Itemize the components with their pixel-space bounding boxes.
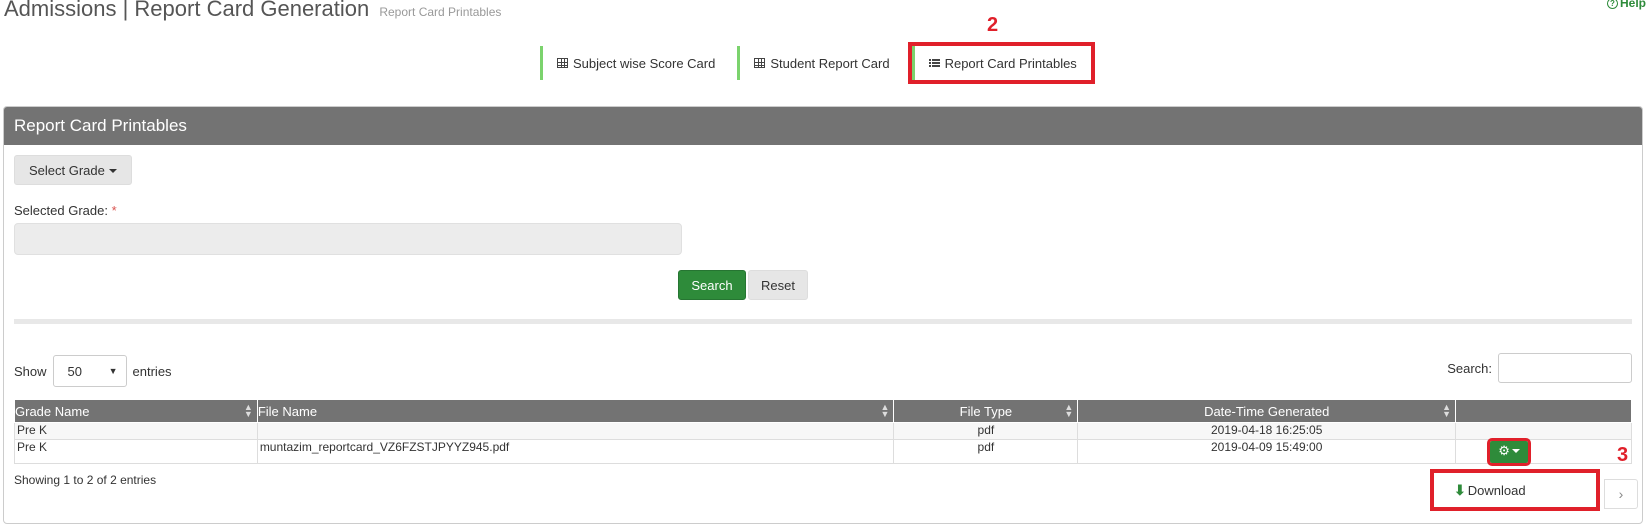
column-header-date-time-generated[interactable]: Date-Time Generated ▲ ▼	[1077, 399, 1457, 423]
tab-subject-wise-score-card[interactable]: Subject wise Score Card	[540, 46, 728, 80]
selected-grade-label: Selected Grade: *	[14, 203, 117, 218]
table-info: Showing 1 to 2 of 2 entries	[14, 473, 157, 487]
download-icon: ⬇	[1454, 481, 1466, 498]
help-icon: ?	[1606, 0, 1618, 9]
report-card-printables-panel: Report Card Printables Select Grade Sele…	[3, 106, 1643, 524]
entries-length-control: Show 50 ▼ entries	[14, 355, 172, 387]
selected-grade-field[interactable]	[14, 223, 682, 255]
divider	[14, 319, 1632, 324]
download-label: Download	[1467, 482, 1526, 498]
entries-label: entries	[132, 363, 172, 379]
page-subtitle: Report Card Printables	[379, 5, 502, 19]
report-files-table: Grade Name ▲ ▼ File Name ▲ ▼ File Type ▲ ▼ Dat…	[14, 399, 1632, 466]
annotation-step-3: 3	[1617, 444, 1629, 466]
cell-date-time: 2019-04-09 15:49:00	[1077, 439, 1457, 464]
cell-date-time: 2019-04-18 16:25:05	[1077, 422, 1457, 440]
column-header-grade-name[interactable]: Grade Name ▲ ▼	[14, 399, 258, 423]
column-header-label: File Name	[257, 403, 318, 419]
tab-label: Student Report Card	[770, 55, 890, 71]
page-title-text: Admissions | Report Card Generation	[4, 0, 370, 21]
column-header-label: File Type	[959, 403, 1013, 419]
selected-grade-label-text: Selected Grade:	[14, 203, 108, 218]
download-menu-item[interactable]: ⬇ Download	[1430, 469, 1600, 511]
tab-bar: Subject wise Score Card Student Report C…	[540, 42, 1095, 84]
grid-icon	[557, 58, 568, 68]
select-grade-label: Select Grade	[29, 162, 105, 178]
sort-icon: ▲ ▼	[1442, 402, 1452, 419]
column-header-label: Grade Name	[15, 403, 90, 419]
help-link[interactable]: ? Help	[1606, 0, 1646, 10]
chevron-right-icon: ›	[1618, 486, 1624, 502]
cell-file-name	[256, 422, 895, 440]
sort-icon: ▲ ▼	[243, 402, 253, 419]
grid-icon	[754, 58, 766, 68]
column-header-file-name[interactable]: File Name ▲ ▼	[256, 399, 895, 423]
gears-icon: ⚙	[1498, 443, 1510, 458]
tab-report-card-printables[interactable]: Report Card Printables	[907, 42, 1095, 84]
table-search: Search:	[1447, 353, 1632, 383]
cell-file-type: pdf	[893, 422, 1079, 440]
table-header-row: Grade Name ▲ ▼ File Name ▲ ▼ File Type ▲ ▼ Dat…	[14, 399, 1632, 423]
cell-file-type: pdf	[893, 439, 1079, 464]
entries-select[interactable]: 50 ▼	[52, 355, 127, 387]
required-marker: *	[111, 203, 117, 218]
cell-grade: Pre K	[14, 422, 258, 440]
reset-button[interactable]: Reset	[748, 270, 808, 300]
sort-icon: ▲ ▼	[880, 402, 890, 419]
cell-grade: Pre K	[14, 439, 258, 464]
table-row: Pre K pdf 2019-04-18 16:25:05	[14, 422, 1632, 440]
tab-label: Subject wise Score Card	[573, 55, 716, 71]
cell-actions	[1455, 422, 1632, 440]
table-row: Pre K muntazim_reportcard_VZ6FZSTJPYYZ94…	[14, 438, 1632, 466]
cell-actions: ⚙	[1455, 438, 1632, 466]
caret-down-icon	[1511, 449, 1520, 453]
page-title: Admissions | Report Card Generation Repo…	[4, 0, 501, 22]
column-header-actions	[1455, 399, 1632, 423]
table-search-input[interactable]	[1498, 353, 1632, 383]
caret-down-icon	[108, 168, 117, 173]
column-header-label: Date-Time Generated	[1204, 403, 1330, 419]
table-search-label: Search:	[1447, 360, 1492, 376]
list-icon	[928, 58, 940, 68]
annotation-step-2: 2	[987, 14, 999, 36]
tab-student-report-card[interactable]: Student Report Card	[737, 46, 902, 80]
entries-value: 50	[67, 363, 82, 379]
column-header-file-type[interactable]: File Type ▲ ▼	[893, 399, 1079, 423]
dropdown-arrow-icon: ▼	[108, 366, 118, 376]
sort-icon: ▲ ▼	[1064, 402, 1074, 419]
show-label: Show	[14, 363, 47, 379]
panel-title: Report Card Printables	[4, 107, 1642, 145]
row-actions-button[interactable]: ⚙	[1487, 438, 1532, 466]
search-button[interactable]: Search	[678, 270, 746, 300]
pagination-next-button[interactable]: ›	[1604, 479, 1638, 509]
select-grade-button[interactable]: Select Grade	[14, 155, 132, 185]
tab-label: Report Card Printables	[944, 55, 1077, 71]
help-label: Help	[1619, 0, 1646, 10]
cell-file-name: muntazim_reportcard_VZ6FZSTJPYYZ945.pdf	[256, 439, 895, 464]
